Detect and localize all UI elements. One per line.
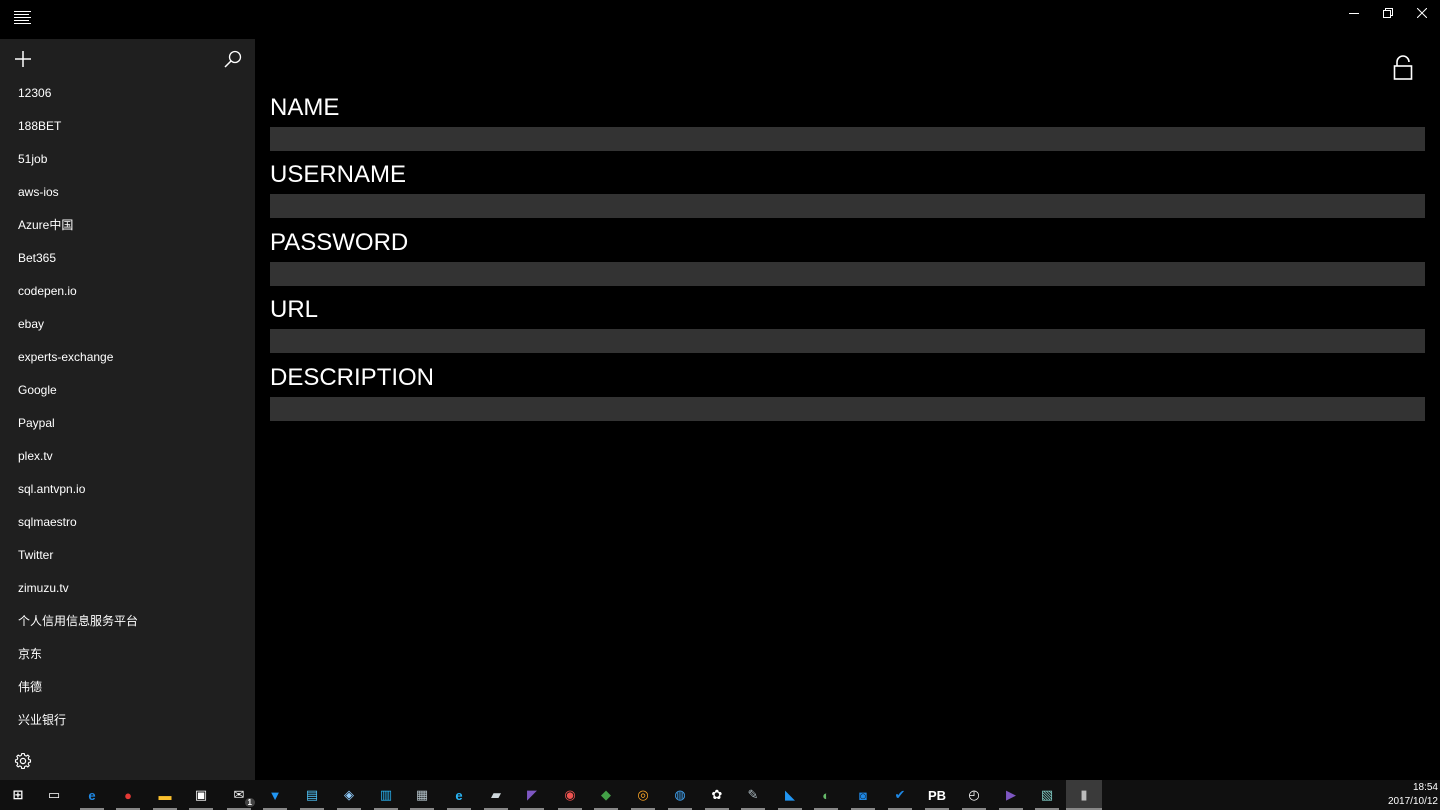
list-item[interactable]: sqlmaestro bbox=[0, 506, 255, 539]
maximize-icon bbox=[1383, 8, 1393, 18]
chrome-icon[interactable]: ● bbox=[116, 783, 140, 810]
list-item[interactable]: Paypal bbox=[0, 407, 255, 440]
lock-icon bbox=[1393, 55, 1413, 80]
app-azure-icon[interactable]: ▥ bbox=[374, 783, 398, 810]
mail-icon[interactable]: ✉ 1 bbox=[227, 783, 255, 810]
app-printer-icon[interactable]: ▦ bbox=[410, 783, 434, 810]
password-input[interactable] bbox=[270, 262, 1425, 286]
list-item[interactable]: Azure中国 bbox=[0, 209, 255, 242]
list-item[interactable]: aws-ios bbox=[0, 176, 255, 209]
start-icon[interactable]: ⊞ bbox=[6, 783, 30, 807]
clock-time: 18:54 bbox=[1412, 782, 1438, 793]
app-notes-icon[interactable]: ▧ bbox=[1035, 783, 1059, 810]
url-input[interactable] bbox=[270, 329, 1425, 353]
app-paint-icon[interactable]: ◉ bbox=[558, 783, 582, 810]
password-field: PASSWORD bbox=[270, 228, 1425, 286]
list-item[interactable]: 12306 bbox=[0, 77, 255, 110]
edge-icon[interactable]: e bbox=[80, 783, 104, 810]
list-item[interactable]: zimuzu.tv bbox=[0, 572, 255, 605]
app-search-icon[interactable]: ◐ bbox=[814, 783, 838, 810]
minimize-button[interactable] bbox=[1337, 0, 1371, 26]
app-globe-icon[interactable]: ◍ bbox=[668, 783, 692, 810]
entry-editor: NAME USERNAME PASSWORD URL DESCRIPTION bbox=[255, 39, 1440, 780]
app-network-icon[interactable]: ◈ bbox=[337, 783, 361, 810]
list-item[interactable]: plex.tv bbox=[0, 440, 255, 473]
close-button[interactable] bbox=[1405, 0, 1439, 26]
system-clock[interactable]: 18:54 2017/10/12 bbox=[1378, 781, 1438, 809]
list-item[interactable]: 个人信用信息服务平台 bbox=[0, 605, 255, 638]
list-item[interactable]: 188BET bbox=[0, 110, 255, 143]
search-button[interactable] bbox=[222, 48, 244, 70]
lock-button[interactable] bbox=[1393, 55, 1413, 81]
ie-icon[interactable]: e bbox=[447, 783, 471, 810]
file-explorer-icon[interactable]: ▬ bbox=[153, 783, 177, 810]
minimize-icon bbox=[1349, 13, 1359, 14]
list-item[interactable]: Twitter bbox=[0, 539, 255, 572]
mail-badge: 1 bbox=[244, 798, 255, 807]
name-field: NAME bbox=[270, 93, 1425, 151]
list-item[interactable]: Bet365 bbox=[0, 242, 255, 275]
vscode-icon[interactable]: ◣ bbox=[778, 783, 802, 810]
list-item[interactable]: experts-exchange bbox=[0, 341, 255, 374]
list-item[interactable]: sql.antvpn.io bbox=[0, 473, 255, 506]
add-button[interactable] bbox=[12, 48, 34, 70]
description-label: DESCRIPTION bbox=[270, 364, 435, 391]
todo-icon[interactable]: ✔ bbox=[888, 783, 912, 810]
app-pb-icon[interactable]: PB bbox=[925, 783, 949, 810]
entry-list: 12306 188BET 51job aws-ios Azure中国 Bet365 code… bbox=[0, 77, 255, 737]
username-field: USERNAME bbox=[270, 160, 1425, 218]
taskbar: 18:54 2017/10/12 ⊞ ▭ e ● ▬ ▣ ✉ 1 ▼ ▤ ◈ ▥ ▦ e ▰ ◤ ◉ ◆ ◎ ◍ ✿ ✎ ◣… bbox=[0, 780, 1440, 810]
task-view-icon[interactable]: ▭ bbox=[42, 783, 66, 807]
list-item[interactable]: codepen.io bbox=[0, 275, 255, 308]
hamburger-icon[interactable] bbox=[14, 11, 31, 27]
alarms-icon[interactable]: ◴ bbox=[962, 783, 986, 810]
list-item[interactable]: 京东 bbox=[0, 638, 255, 671]
url-field: URL bbox=[270, 295, 1425, 353]
description-input[interactable] bbox=[270, 397, 1425, 421]
name-input[interactable] bbox=[270, 127, 1425, 151]
list-item[interactable]: 兴业银行 bbox=[0, 704, 255, 737]
username-label: USERNAME bbox=[270, 161, 407, 188]
description-field: DESCRIPTION bbox=[270, 363, 1425, 421]
restore-button[interactable] bbox=[1371, 0, 1405, 26]
app-blue-icon[interactable]: ▼ bbox=[263, 783, 287, 810]
title-bar bbox=[0, 0, 1440, 39]
app-wrench-icon[interactable]: ✎ bbox=[741, 783, 765, 810]
visual-studio-icon[interactable]: ◤ bbox=[520, 783, 544, 810]
app-remote-icon[interactable]: ▰ bbox=[484, 783, 508, 810]
gear-icon bbox=[14, 752, 32, 769]
app-dropbox-icon[interactable]: ◙ bbox=[851, 783, 875, 810]
settings-button[interactable] bbox=[12, 750, 34, 772]
plus-icon bbox=[15, 51, 31, 67]
name-label: NAME bbox=[270, 94, 340, 121]
sidebar: 12306 188BET 51job aws-ios Azure中国 Bet365 code… bbox=[0, 39, 255, 780]
close-icon bbox=[1417, 8, 1427, 18]
list-item[interactable]: 51job bbox=[0, 143, 255, 176]
app-diamond-icon[interactable]: ◆ bbox=[594, 783, 618, 810]
app-play-icon[interactable]: ▶ bbox=[999, 783, 1023, 810]
app-terminal-icon[interactable]: ▤ bbox=[300, 783, 324, 810]
password-label: PASSWORD bbox=[270, 229, 409, 256]
list-item[interactable]: Google bbox=[0, 374, 255, 407]
list-item[interactable]: ebay bbox=[0, 308, 255, 341]
app-current-icon[interactable]: ▮ bbox=[1066, 780, 1102, 810]
clock-date: 2017/10/12 bbox=[1387, 796, 1438, 807]
app-photos-icon[interactable]: ✿ bbox=[705, 783, 729, 810]
username-input[interactable] bbox=[270, 194, 1425, 218]
url-label: URL bbox=[270, 296, 319, 323]
app-orange-icon[interactable]: ◎ bbox=[631, 783, 655, 810]
store-icon[interactable]: ▣ bbox=[189, 783, 213, 810]
search-icon bbox=[224, 50, 242, 68]
list-item[interactable]: 伟德 bbox=[0, 671, 255, 704]
